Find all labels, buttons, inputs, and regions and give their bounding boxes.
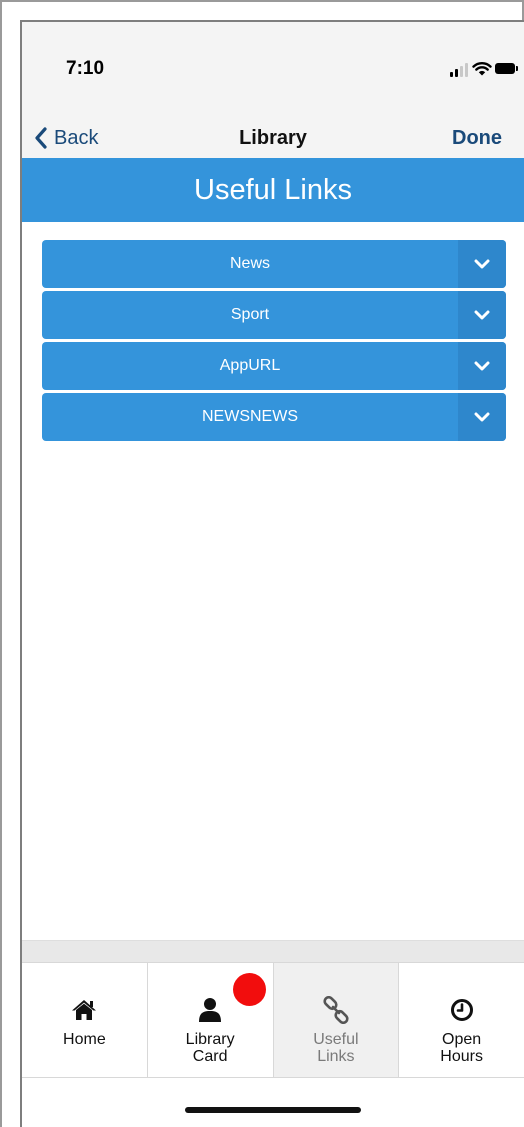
chevron-down-icon [474, 259, 490, 269]
expand-toggle[interactable] [458, 240, 506, 288]
clock-icon [450, 997, 474, 1023]
page-title: Useful Links [22, 158, 524, 222]
home-indicator[interactable] [185, 1107, 361, 1113]
status-icons [450, 61, 518, 77]
status-time: 7:10 [66, 58, 105, 79]
chevron-down-icon [474, 310, 490, 320]
link-item-appurl[interactable]: AppURL [42, 342, 506, 390]
link-icon [322, 996, 350, 1024]
done-button[interactable]: Done [452, 118, 502, 158]
tab-label: Useful Links [313, 1031, 359, 1065]
status-bar: 7:10 [22, 22, 524, 118]
link-item-label: AppURL [219, 357, 281, 374]
expand-toggle[interactable] [458, 393, 506, 441]
link-item-newsnews[interactable]: NEWSNEWS [42, 393, 506, 441]
tab-home[interactable]: Home [22, 963, 148, 1077]
navigation-bar: Back Library Done [22, 118, 524, 158]
chevron-down-icon [474, 361, 490, 371]
tab-library-card[interactable]: Library Card [148, 963, 274, 1077]
expand-toggle[interactable] [458, 342, 506, 390]
tab-bar: Home Library Card Useful Links Open Hour… [22, 962, 524, 1078]
notification-badge [232, 973, 266, 1006]
chevron-down-icon [474, 412, 490, 422]
tab-label: Open Hours [440, 1031, 483, 1065]
tabbar-separator [22, 940, 524, 962]
tab-useful-links[interactable]: Useful Links [273, 963, 400, 1077]
expand-toggle[interactable] [458, 291, 506, 339]
link-item-label: NEWSNEWS [202, 408, 298, 425]
link-item-news[interactable]: News [42, 240, 506, 288]
signal-bars-icon [450, 63, 470, 77]
battery-tip [516, 66, 518, 71]
link-item-sport[interactable]: Sport [42, 291, 506, 339]
wifi-icon [472, 62, 492, 76]
link-item-label: Sport [230, 306, 270, 323]
link-item-label: News [229, 255, 270, 272]
user-icon [198, 997, 222, 1023]
tab-label: Library Card [185, 1031, 235, 1065]
phone-screen: 7:10 Back Library Done Useful Links News… [20, 20, 524, 1127]
home-icon [71, 997, 97, 1023]
links-list: News Sport AppURL NEWSNEWS [42, 240, 506, 444]
tab-label: Home [63, 1031, 106, 1048]
tab-open-hours[interactable]: Open Hours [399, 963, 524, 1077]
nav-title: Library [239, 127, 307, 149]
battery-icon [495, 63, 515, 74]
